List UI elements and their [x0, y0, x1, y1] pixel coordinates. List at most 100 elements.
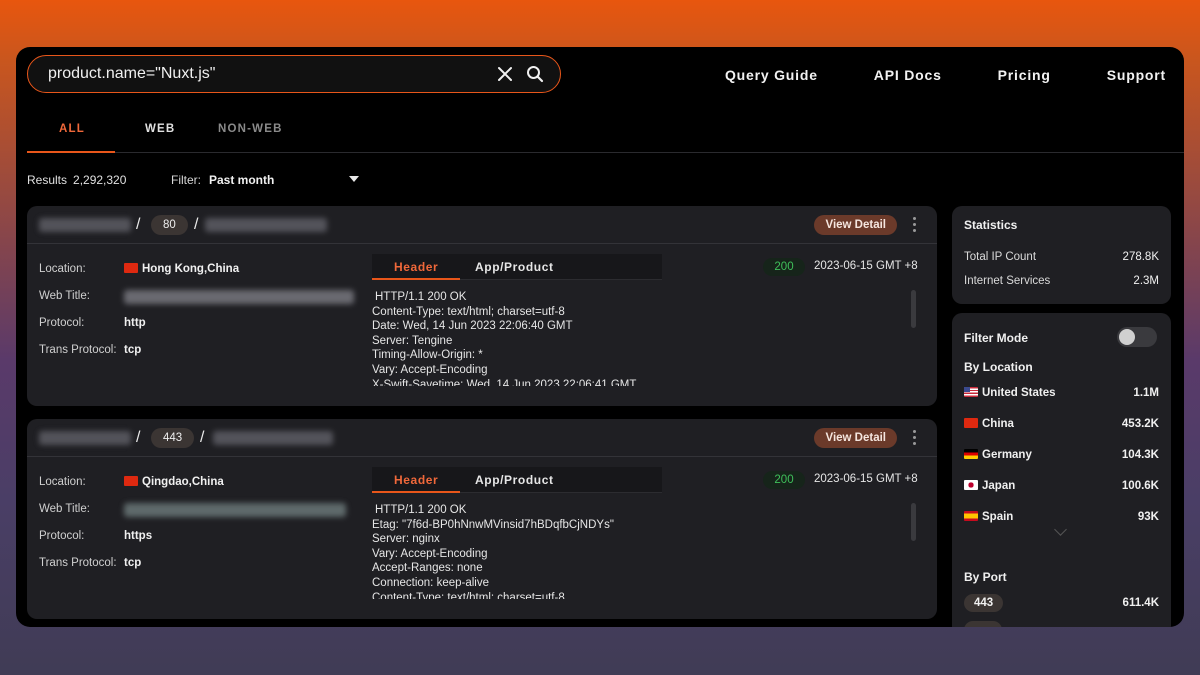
- port-badge[interactable]: 80: [151, 215, 188, 235]
- location-count: 104.3K: [1121, 449, 1159, 461]
- result-card: / 80 / View Detail Location: Hong Kong,Ch…: [27, 206, 937, 406]
- redacted-web-title: [124, 503, 346, 517]
- search-icon[interactable]: [524, 63, 546, 85]
- chevron-down-icon[interactable]: [349, 176, 359, 182]
- tab-all[interactable]: ALL: [59, 123, 85, 135]
- search-bar[interactable]: product.name="Nuxt.js": [27, 55, 561, 93]
- redacted-ip: [39, 218, 131, 232]
- location-name: Germany: [982, 449, 1032, 461]
- redacted-host: [213, 431, 333, 445]
- header-line: Content-Type: text/html; charset=utf-8: [372, 591, 565, 599]
- card-header: / 443 / View Detail: [27, 419, 937, 457]
- header-line: HTTP/1.1 200 OK: [375, 291, 467, 303]
- location-filter-item[interactable]: Spain 93K: [964, 511, 1159, 523]
- view-detail-button[interactable]: View Detail: [814, 215, 897, 235]
- scan-date: 2023-06-15 GMT +8: [814, 473, 918, 485]
- scrollbar[interactable]: [911, 503, 916, 541]
- header-line: Accept-Ranges: none: [372, 562, 483, 575]
- http-headers: HTTP/1.1 200 OK Etag: "7f6d-BP0hNnwMVins…: [372, 503, 912, 599]
- port-pill: 443: [964, 594, 1004, 612]
- total-ip-label: Total IP Count: [964, 251, 1037, 263]
- by-port-title: By Port: [964, 570, 1007, 584]
- location-filter-item[interactable]: Germany 104.3K: [964, 449, 1159, 461]
- location-value: Qingdao,China: [142, 476, 224, 488]
- location-filter-item[interactable]: Japan 100.6K: [964, 480, 1159, 492]
- header-line: Timing-Allow-Origin: *: [372, 349, 483, 362]
- more-options-icon[interactable]: [913, 217, 917, 235]
- filter-mode-panel: Filter Mode By Location United States 1.1…: [952, 313, 1171, 627]
- location-name: United States: [982, 387, 1056, 399]
- location-name: Japan: [982, 480, 1016, 492]
- location-value: Hong Kong,China: [142, 263, 240, 275]
- active-tab-indicator: [372, 491, 460, 493]
- tab-app-product[interactable]: App/Product: [475, 473, 554, 487]
- filter-mode-toggle[interactable]: [1117, 327, 1157, 347]
- filter-mode-title: Filter Mode: [964, 331, 1029, 345]
- time-filter-dropdown[interactable]: Filter: Past month: [171, 173, 359, 187]
- protocol-row: Protocol: http: [39, 317, 146, 329]
- detail-tabs: Header App/Product: [372, 467, 662, 493]
- port-badge[interactable]: 443: [151, 428, 195, 448]
- total-ip-row: Total IP Count 278.8K: [964, 251, 1159, 263]
- header-line: Server: nginx: [372, 533, 440, 546]
- header-line: HTTP/1.1 200 OK: [375, 504, 467, 516]
- trans-protocol-label: Trans Protocol:: [39, 344, 117, 356]
- location-count: 100.6K: [1121, 480, 1159, 492]
- expand-chevron-icon[interactable]: [1054, 523, 1067, 536]
- china-flag-icon: [124, 476, 138, 486]
- filter-label: Filter:: [171, 173, 201, 187]
- port-filter-item[interactable]: 443 611.4K: [964, 594, 1159, 612]
- view-detail-button[interactable]: View Detail: [814, 428, 897, 448]
- location-count: 93K: [1137, 511, 1159, 523]
- web-title-label: Web Title:: [39, 503, 90, 515]
- tab-header[interactable]: Header: [394, 260, 438, 274]
- nav-pricing[interactable]: Pricing: [998, 67, 1051, 83]
- internet-services-value: 2.3M: [1133, 275, 1159, 287]
- header-line: Vary: Accept-Encoding: [372, 363, 488, 376]
- nav-support[interactable]: Support: [1107, 67, 1166, 83]
- app-window: product.name="Nuxt.js" Query Guide API D…: [16, 47, 1184, 627]
- trans-protocol-row: Trans Protocol: tcp: [39, 344, 141, 356]
- protocol-value: https: [124, 530, 153, 542]
- port-pill: [964, 621, 1002, 627]
- nav-api-docs[interactable]: API Docs: [874, 67, 942, 83]
- location-name: Spain: [982, 511, 1014, 523]
- location-row: Location: Qingdao,China: [39, 476, 224, 488]
- tab-web[interactable]: WEB: [145, 123, 175, 135]
- statistics-panel: Statistics Total IP Count 278.8K Internet…: [952, 206, 1171, 304]
- location-filter-item[interactable]: United States 1.1M: [964, 387, 1159, 399]
- header-line: X-Swift-Savetime: Wed, 14 Jun 2023 22:06…: [372, 378, 637, 386]
- protocol-value: http: [124, 317, 146, 329]
- search-input[interactable]: product.name="Nuxt.js": [48, 65, 486, 83]
- nav-query-guide[interactable]: Query Guide: [725, 67, 818, 83]
- header-line: Server: Tengine: [372, 334, 453, 347]
- more-options-icon[interactable]: [913, 430, 917, 448]
- web-title-row: Web Title:: [39, 290, 124, 302]
- location-row: Location: Hong Kong,China: [39, 263, 239, 275]
- http-headers: HTTP/1.1 200 OK Content-Type: text/html;…: [372, 290, 912, 386]
- clear-icon[interactable]: [494, 63, 516, 85]
- internet-services-row: Internet Services 2.3M: [964, 275, 1159, 287]
- results-label: Results: [27, 173, 68, 187]
- result-tabs: ALL WEB NON-WEB: [27, 111, 1184, 153]
- web-title-label: Web Title:: [39, 290, 90, 302]
- total-ip-value: 278.8K: [1122, 251, 1159, 263]
- filter-value: Past month: [209, 173, 275, 187]
- redacted-host: [205, 218, 327, 232]
- trans-protocol-row: Trans Protocol: tcp: [39, 557, 141, 569]
- japan-flag-icon: [964, 480, 978, 490]
- results-number: 2,292,320: [73, 173, 127, 187]
- location-filter-item[interactable]: China 453.2K: [964, 418, 1159, 430]
- result-card: / 443 / View Detail Location: Qingdao,Chi…: [27, 419, 937, 619]
- spain-flag-icon: [964, 511, 978, 521]
- results-count: Results 2,292,320: [27, 173, 126, 187]
- tab-non-web[interactable]: NON-WEB: [218, 123, 283, 135]
- active-tab-indicator: [27, 151, 115, 153]
- port-count: 611.4K: [1122, 597, 1159, 609]
- tab-header[interactable]: Header: [394, 473, 438, 487]
- protocol-label: Protocol:: [39, 317, 85, 329]
- scrollbar[interactable]: [911, 290, 916, 328]
- separator: /: [136, 429, 141, 446]
- location-label: Location:: [39, 476, 86, 488]
- tab-app-product[interactable]: App/Product: [475, 260, 554, 274]
